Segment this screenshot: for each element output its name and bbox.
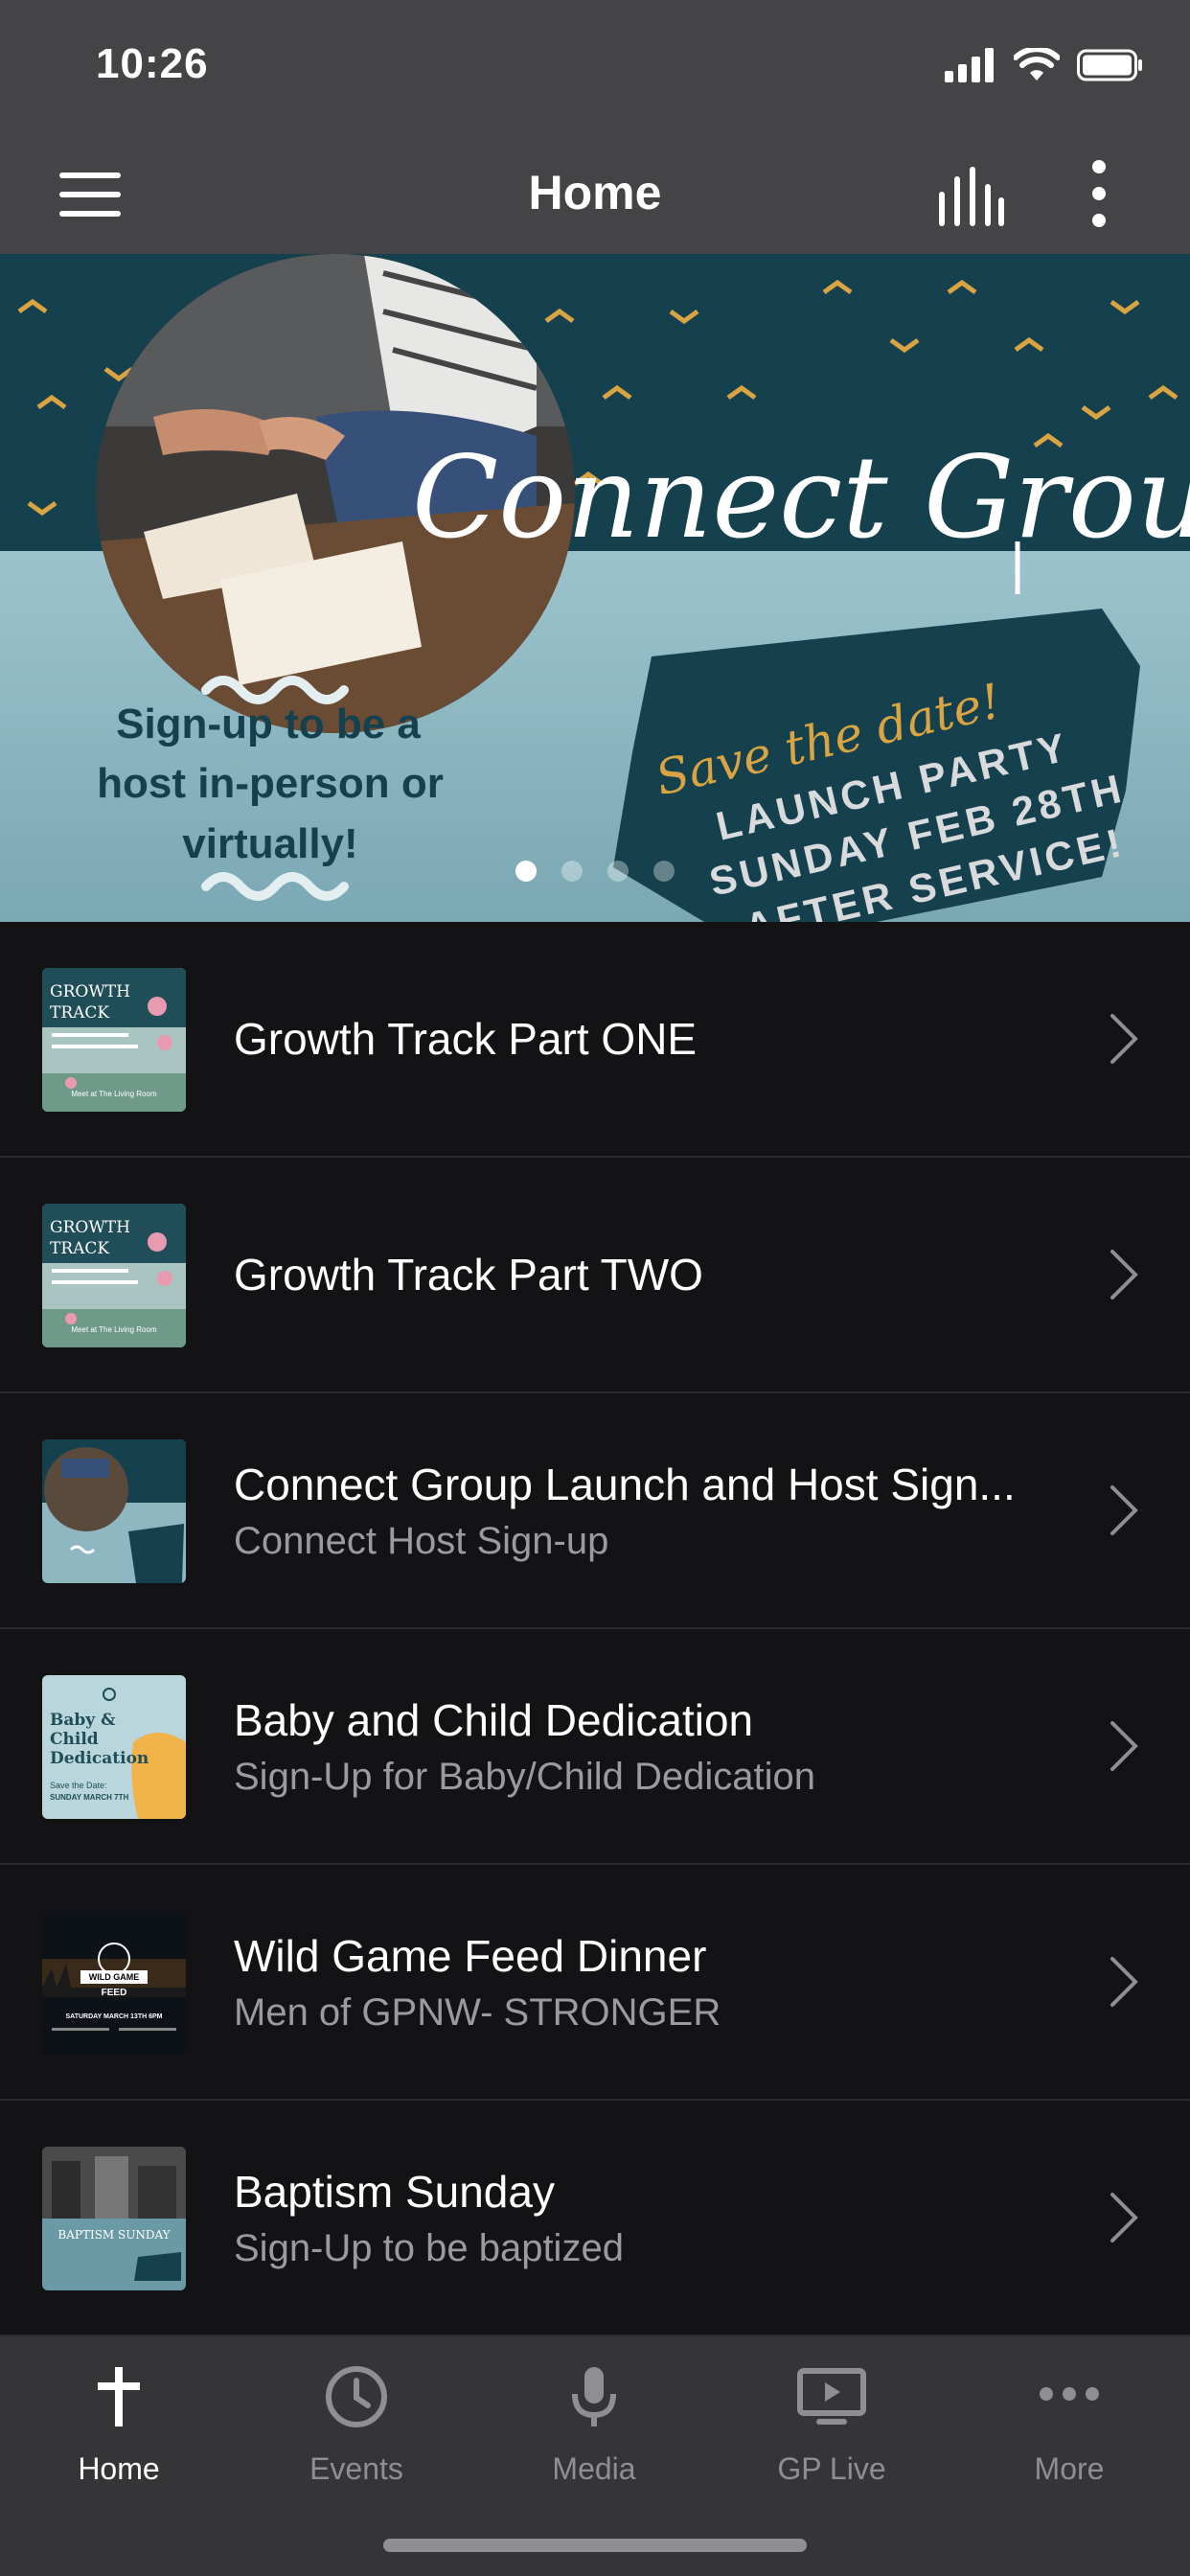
ellipsis-icon [1040, 2387, 1099, 2401]
svg-text:TRACK: TRACK [50, 1239, 109, 1258]
growth-track-thumbnail: GROWTH TRACK Meet at The Living Room [42, 1204, 186, 1347]
list-item[interactable]: GROWTH TRACK Meet at The Living Room Gro… [0, 922, 1190, 1158]
svg-text:Child: Child [50, 1730, 99, 1749]
svg-text:SUNDAY MARCH 7TH: SUNDAY MARCH 7TH [50, 1793, 128, 1802]
baptism-thumbnail: BAPTISM SUNDAY [42, 2147, 186, 2290]
chevron-right-icon [1110, 1014, 1138, 1064]
tab-more[interactable]: More [950, 2336, 1188, 2528]
banner-signup-line-1: Sign-up to be a [116, 701, 421, 748]
svg-text:FEED: FEED [102, 1988, 127, 1998]
carousel-dot[interactable] [653, 861, 675, 882]
list-item-subtitle: Sign-Up for Baby/Child Dedication [234, 1755, 815, 1798]
list-item[interactable]: WILD GAME FEED SATURDAY MARCH 13TH 6PM W… [0, 1865, 1190, 2101]
carousel-dot[interactable] [561, 861, 583, 882]
wifi-icon [1014, 48, 1060, 80]
tab-label: More [1034, 2451, 1105, 2486]
list-item[interactable]: BAPTISM SUNDAY Baptism Sunday Sign-Up to… [0, 2101, 1190, 2336]
svg-text:GROWTH: GROWTH [50, 982, 130, 1001]
svg-text:Save the Date:: Save the Date: [50, 1781, 107, 1790]
svg-text:BAPTISM SUNDAY: BAPTISM SUNDAY [57, 2228, 171, 2242]
chevron-right-icon [1110, 1250, 1138, 1300]
chevron-right-icon [1110, 2193, 1138, 2242]
chevron-right-icon [1110, 1957, 1138, 2007]
carousel-page-indicator[interactable] [0, 861, 1190, 882]
status-icons [945, 48, 1144, 82]
list-item-title: Growth Track Part ONE [234, 1014, 698, 1064]
overflow-menu-button[interactable] [1085, 157, 1113, 234]
chevron-right-icon [1110, 1485, 1138, 1535]
svg-text:Meet at The Living Room: Meet at The Living Room [71, 1090, 157, 1098]
tab-label: Events [309, 2451, 403, 2486]
tab-label: Home [78, 2451, 160, 2486]
video-play-icon [797, 2368, 866, 2425]
tab-label: Media [552, 2451, 636, 2486]
status-time: 10:26 [96, 40, 209, 87]
carousel-dot[interactable] [515, 861, 537, 882]
cross-icon [98, 2367, 140, 2426]
list-item-title: Wild Game Feed Dinner [234, 1930, 707, 1981]
svg-text:Dedication: Dedication [50, 1749, 149, 1768]
tab-events[interactable]: Events [238, 2336, 475, 2528]
cellular-signal-icon [945, 48, 994, 82]
svg-text:Baby &: Baby & [50, 1711, 116, 1730]
tab-gp-live[interactable]: GP Live [713, 2336, 950, 2528]
navigation-bar: Home [0, 134, 1190, 254]
status-bar: 10:26 [0, 0, 1190, 134]
microphone-icon [572, 2367, 616, 2426]
wild-game-thumbnail: WILD GAME FEED SATURDAY MARCH 13TH 6PM [42, 1911, 186, 2055]
list-item[interactable]: Connect Group Launch and Host Sign... Co… [0, 1393, 1190, 1629]
carousel-dot[interactable] [607, 861, 629, 882]
growth-track-thumbnail: GROWTH TRACK Meet at The Living Room [42, 968, 186, 1112]
tab-home[interactable]: Home [0, 2336, 238, 2528]
list-item-subtitle: Men of GPNW- STRONGER [234, 1990, 721, 2034]
list-item-title: Growth Track Part TWO [234, 1250, 703, 1300]
svg-text:GROWTH: GROWTH [50, 1218, 130, 1237]
tab-label: GP Live [777, 2451, 886, 2486]
banner-script-title: Connect Groups [412, 431, 1190, 564]
page-title: Home [528, 166, 662, 219]
banner-image: Connect Groups Sign-up to be a host in-p… [0, 254, 1190, 922]
list-item-subtitle: Sign-Up to be baptized [234, 2226, 624, 2269]
list-item[interactable]: Baby & Child Dedication Save the Date: S… [0, 1629, 1190, 1865]
clock-icon [326, 2366, 387, 2427]
list-item[interactable]: GROWTH TRACK Meet at The Living Room Gro… [0, 1158, 1190, 1393]
tab-media[interactable]: Media [475, 2336, 713, 2528]
content-list: GROWTH TRACK Meet at The Living Room Gro… [0, 922, 1190, 2336]
battery-icon [1077, 49, 1142, 81]
chevron-right-icon [1110, 1721, 1138, 1771]
svg-text:WILD GAME: WILD GAME [89, 1972, 140, 1982]
list-item-subtitle: Connect Host Sign-up [234, 1519, 609, 1562]
vertical-ellipsis-icon [1092, 160, 1106, 227]
featured-banner-carousel[interactable]: Connect Groups Sign-up to be a host in-p… [0, 254, 1190, 922]
bar-chart-icon [939, 167, 1004, 226]
connect-groups-thumbnail [42, 1439, 186, 1583]
svg-text:TRACK: TRACK [50, 1003, 109, 1023]
baby-dedication-thumbnail: Baby & Child Dedication Save the Date: S… [42, 1675, 186, 1819]
list-item-title: Baby and Child Dedication [234, 1694, 754, 1745]
svg-text:Meet at The Living Room: Meet at The Living Room [71, 1325, 157, 1334]
list-item-title: Connect Group Launch and Host Sign... [234, 1459, 1016, 1509]
audio-stats-button[interactable] [935, 163, 1008, 230]
svg-text:SATURDAY MARCH 13TH 6PM: SATURDAY MARCH 13TH 6PM [66, 2013, 163, 2020]
banner-signup-line-2: host in-person or [97, 760, 444, 807]
list-item-title: Baptism Sunday [234, 2166, 555, 2217]
home-indicator [383, 2539, 807, 2552]
